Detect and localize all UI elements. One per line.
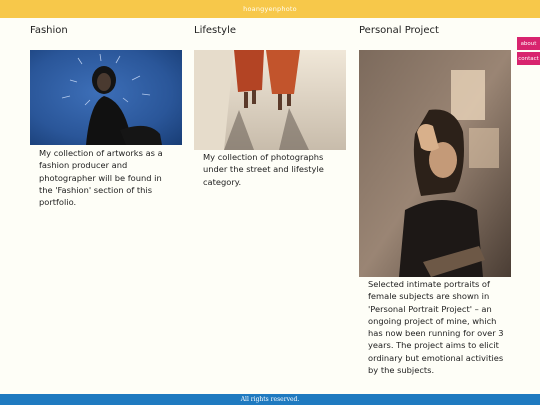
footer-bar: All rights reserved.	[0, 394, 540, 405]
top-header: hoangyenphoto	[0, 0, 540, 18]
lifestyle-photo[interactable]	[194, 50, 346, 150]
personal-project-title[interactable]: Personal Project	[359, 25, 439, 36]
brand-logo-text[interactable]: hoangyenphoto	[243, 5, 297, 13]
personal-project-description: Selected intimate portraits of female su…	[368, 279, 504, 376]
lifestyle-title[interactable]: Lifestyle	[194, 25, 236, 36]
footer-copyright: All rights reserved.	[240, 396, 300, 403]
lifestyle-photo-image	[194, 50, 346, 150]
personal-project-photo-image	[359, 50, 511, 277]
fashion-photo-image	[30, 50, 182, 145]
fashion-description: My collection of artworks as a fashion p…	[39, 148, 163, 208]
fashion-photo[interactable]	[30, 50, 182, 145]
contact-tab[interactable]: contact	[517, 52, 540, 65]
about-tab[interactable]: about	[517, 37, 540, 50]
fashion-title[interactable]: Fashion	[30, 25, 68, 36]
personal-project-photo[interactable]	[359, 50, 511, 277]
lifestyle-description: My collection of photographs under the s…	[203, 152, 324, 187]
